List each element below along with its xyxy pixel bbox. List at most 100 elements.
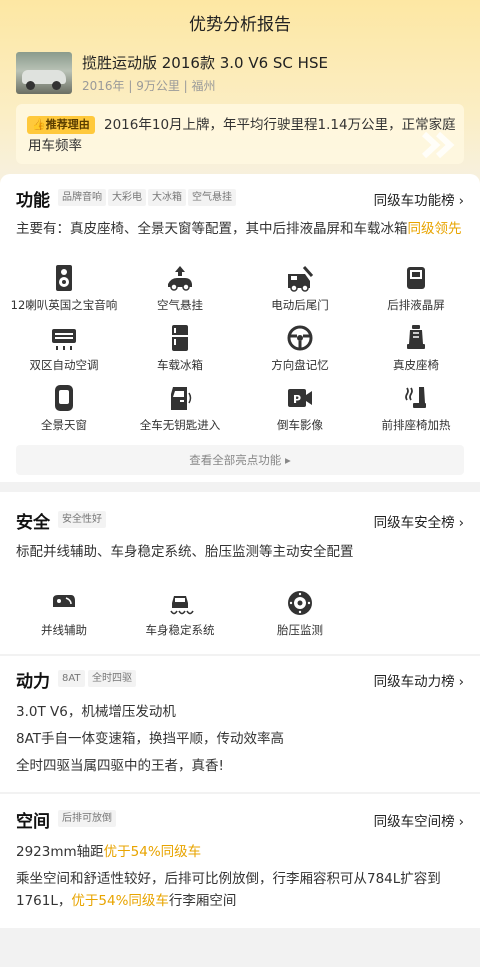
function-rank-link-label: 同级车功能榜 [373, 193, 455, 209]
car-wheel-front [26, 81, 35, 90]
function-section: 功能 品牌音响 大彩电 大冰箱 空气悬挂 同级车功能榜 › 主要有：真皮座椅、全景… [0, 174, 480, 482]
feature-item[interactable]: 车身稳定系统 [120, 589, 240, 638]
car-meta: 2016年 | 9万公里 | 福州 [82, 79, 216, 93]
recommend-reason-box: 2016年10月上牌，年平均行驶里程1.14万公里，正常家庭用车频率 👍推荐理由 [16, 104, 464, 164]
recommend-reason-badge-label: 推荐理由 [45, 118, 90, 131]
steering-memory-icon [287, 325, 313, 351]
feature-label: 车身稳定系统 [145, 623, 215, 637]
space-rank-link-label: 同级车空间榜 [373, 814, 455, 830]
feature-label: 并线辅助 [41, 623, 87, 637]
feature-item[interactable]: 电动后尾门 [240, 264, 360, 313]
safety-rank-link[interactable]: 同级车安全榜 › [374, 511, 464, 531]
feature-item[interactable]: 空气悬挂 [120, 264, 240, 313]
function-rank-link[interactable]: 同级车功能榜 › [374, 189, 464, 209]
function-tag: 大彩电 [108, 189, 146, 206]
feature-label: 胎压监测 [277, 623, 323, 637]
report-header: 优势分析报告 揽胜运动版 2016款 3.0 V6 SC HSE 2016年 |… [0, 0, 480, 192]
space-wheelbase-text: 2923mm轴距 [16, 844, 104, 860]
space-rank-link[interactable]: 同级车空间榜 › [374, 810, 464, 830]
decorative-chevron-icon [421, 131, 455, 159]
power-section: 动力 8AT 全时四驱 同级车动力榜 › 3.0T V6，机械增压发动机 8AT手… [0, 656, 480, 792]
feature-item[interactable]: 后排液晶屏 [356, 264, 476, 313]
function-summary-text: 主要有：真皮座椅、全景天窗等配置，其中后排液晶屏和车载冰箱 [16, 221, 408, 237]
chevron-right-icon: › [458, 814, 464, 830]
seat-heating-icon [405, 387, 426, 408]
triangle-right-icon: ▸ [284, 453, 291, 467]
feature-label: 全车无钥匙进入 [139, 418, 221, 432]
car-thumbnail[interactable] [16, 52, 72, 94]
power-tag: 8AT [58, 670, 85, 687]
power-title: 动力 [16, 672, 50, 692]
feature-item[interactable]: P 倒车影像 [240, 384, 360, 433]
air-suspension-icon [168, 266, 192, 291]
feature-item[interactable]: 并线辅助 [4, 589, 124, 638]
space-section: 空间 后排可放倒 同级车空间榜 › 2923mm轴距优于54%同级车 乘坐空间和舒… [0, 794, 480, 928]
dual-zone-ac-icon [52, 329, 76, 350]
view-all-features-button[interactable]: 查看全部亮点功能 ▸ [16, 445, 464, 475]
chevron-right-icon: › [458, 515, 464, 531]
function-tag: 品牌音响 [58, 189, 106, 206]
safety-tag: 安全性好 [58, 511, 106, 528]
space-title: 空间 [16, 812, 50, 832]
space-description-highlight: 优于54%同级车 [71, 893, 169, 909]
feature-label: 12喇叭英国之宝音响 [10, 298, 118, 312]
feature-item[interactable]: 车载冰箱 [120, 324, 240, 373]
car-name: 揽胜运动版 2016款 3.0 V6 SC HSE [82, 54, 328, 72]
safety-section: 安全 安全性好 同级车安全榜 › 标配并线辅助、车身稳定系统、胎压监测等主动安全配… [0, 492, 480, 654]
power-rank-link[interactable]: 同级车动力榜 › [374, 670, 464, 690]
panoramic-roof-icon [55, 385, 73, 411]
feature-label: 方向盘记忆 [271, 358, 329, 372]
fridge-icon [172, 325, 188, 351]
safety-summary: 标配并线辅助、车身稳定系统、胎压监测等主动安全配置 [16, 544, 354, 560]
page-title: 优势分析报告 [189, 15, 291, 35]
space-description: 乘坐空间和舒适性较好，后排可比例放倒，行李厢容积可从784L扩容到1761L，优… [16, 868, 464, 912]
feature-label: 电动后尾门 [271, 298, 329, 312]
thumbs-up-icon: 👍 [32, 118, 46, 131]
function-summary-highlight: 同级领先 [407, 221, 462, 237]
safety-title: 安全 [16, 513, 50, 533]
feature-label: 空气悬挂 [157, 298, 203, 312]
function-tag: 空气悬挂 [188, 189, 236, 206]
feature-label: 全景天窗 [41, 418, 87, 432]
feature-label: 前排座椅加热 [381, 418, 451, 432]
power-line: 3.0T V6，机械增压发动机 [16, 704, 176, 720]
feature-item[interactable]: 真皮座椅 [356, 324, 476, 373]
feature-label: 倒车影像 [277, 418, 323, 432]
keyless-entry-icon [171, 387, 192, 410]
power-line: 8AT手自一体变速箱，换挡平顺，传动效率高 [16, 731, 285, 747]
feature-label: 双区自动空调 [29, 358, 99, 372]
rear-screen-icon [407, 267, 425, 289]
feature-item[interactable]: 全景天窗 [4, 384, 124, 433]
power-line: 全时四驱当属四驱中的王者，真香! [16, 758, 224, 774]
speaker-icon [56, 265, 72, 291]
leather-seat-icon [407, 325, 425, 349]
chevron-right-icon: › [458, 193, 464, 209]
chevron-right-icon: › [458, 674, 464, 690]
power-tag: 全时四驱 [88, 670, 136, 687]
car-wheel-rear [52, 81, 61, 90]
lane-change-assist-icon [53, 595, 75, 607]
feature-item[interactable]: 前排座椅加热 [356, 384, 476, 433]
reverse-camera-icon: P [288, 389, 312, 407]
safety-rank-link-label: 同级车安全榜 [373, 515, 455, 531]
function-title: 功能 [16, 191, 50, 211]
function-summary: 主要有：真皮座椅、全景天窗等配置，其中后排液晶屏和车载冰箱同级领先 [16, 218, 464, 240]
feature-label: 后排液晶屏 [387, 298, 445, 312]
feature-item[interactable]: 12喇叭英国之宝音响 [4, 264, 124, 313]
feature-label: 车载冰箱 [157, 358, 203, 372]
feature-item[interactable]: 方向盘记忆 [240, 324, 360, 373]
space-wheelbase: 2923mm轴距优于54%同级车 [16, 841, 464, 863]
space-wheelbase-highlight: 优于54%同级车 [103, 844, 202, 860]
recommend-reason-badge: 👍推荐理由 [27, 116, 95, 134]
feature-item[interactable]: 双区自动空调 [4, 324, 124, 373]
tire-pressure-icon [288, 591, 312, 615]
power-tailgate-icon [288, 266, 314, 292]
space-description-suffix: 行李厢空间 [168, 893, 237, 909]
feature-label: 真皮座椅 [393, 358, 439, 372]
feature-item[interactable]: 全车无钥匙进入 [120, 384, 240, 433]
svg-text:P: P [293, 393, 301, 406]
space-tag: 后排可放倒 [58, 810, 116, 827]
power-rank-link-label: 同级车动力榜 [373, 674, 455, 690]
stability-control-icon [170, 596, 194, 615]
feature-item[interactable]: 胎压监测 [240, 589, 360, 638]
